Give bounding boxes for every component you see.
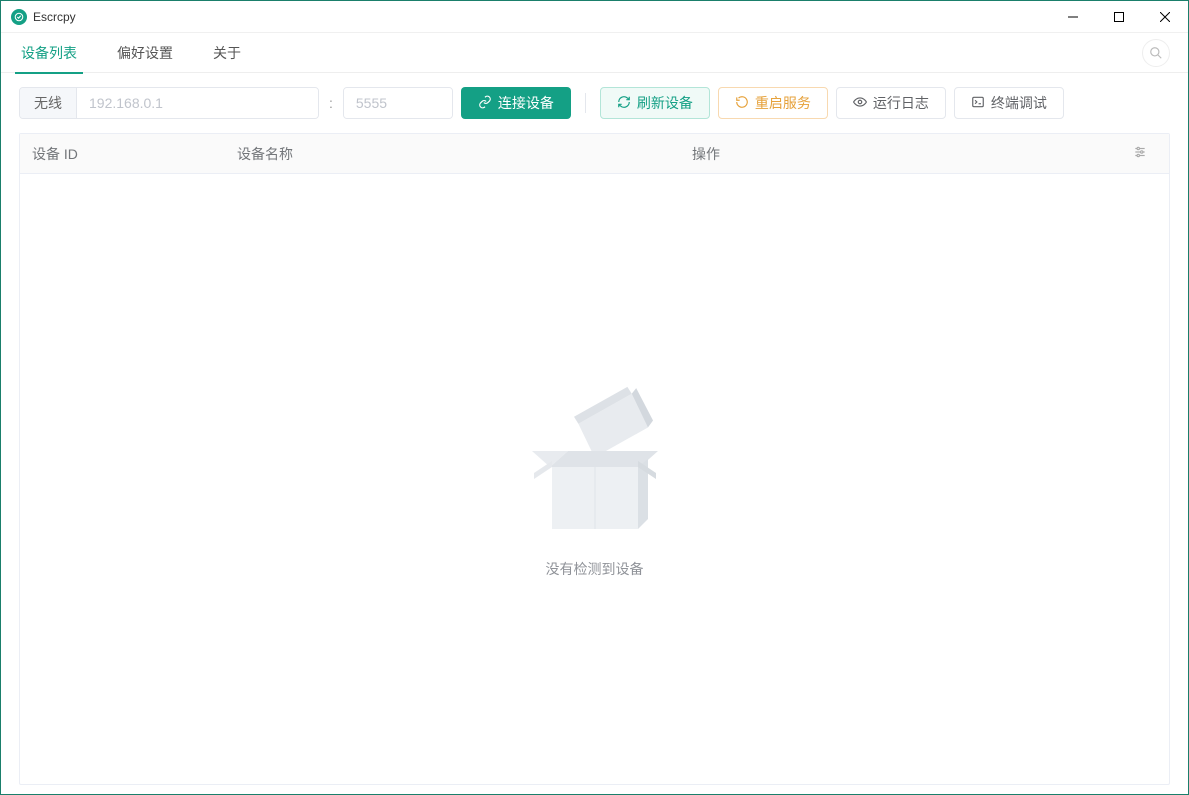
empty-box-icon bbox=[530, 379, 660, 539]
refresh-button[interactable]: 刷新设备 bbox=[600, 87, 710, 119]
window-controls bbox=[1050, 1, 1188, 33]
ip-input[interactable] bbox=[77, 88, 318, 118]
port-input-group bbox=[343, 87, 453, 119]
toolbar: 无线 : 连接设备 刷新设备 重启服务 运行日志 终端调试 bbox=[1, 73, 1188, 133]
th-action: 操作 bbox=[680, 144, 1169, 164]
refresh-label: 刷新设备 bbox=[637, 93, 693, 113]
tab-label: 关于 bbox=[213, 43, 241, 63]
log-button[interactable]: 运行日志 bbox=[836, 87, 946, 119]
th-device-id: 设备 ID bbox=[20, 144, 225, 164]
minimize-button[interactable] bbox=[1050, 1, 1096, 33]
restart-label: 重启服务 bbox=[755, 93, 811, 113]
maximize-button[interactable] bbox=[1096, 1, 1142, 33]
restart-icon bbox=[735, 95, 749, 112]
app-title: Escrcpy bbox=[33, 10, 76, 24]
device-table: 设备 ID 设备名称 操作 bbox=[19, 133, 1170, 785]
tab-preferences[interactable]: 偏好设置 bbox=[115, 33, 175, 73]
log-label: 运行日志 bbox=[873, 93, 929, 113]
port-input[interactable] bbox=[344, 88, 453, 118]
table-header: 设备 ID 设备名称 操作 bbox=[20, 134, 1169, 174]
link-icon bbox=[478, 95, 492, 112]
window-titlebar: Escrcpy bbox=[1, 1, 1188, 33]
search-button[interactable] bbox=[1142, 39, 1170, 67]
terminal-label: 终端调试 bbox=[991, 93, 1047, 113]
restart-button[interactable]: 重启服务 bbox=[718, 87, 828, 119]
connect-button[interactable]: 连接设备 bbox=[461, 87, 571, 119]
th-device-name: 设备名称 bbox=[225, 144, 680, 164]
eye-icon bbox=[853, 95, 867, 112]
tab-label: 设备列表 bbox=[21, 43, 77, 63]
tab-devices[interactable]: 设备列表 bbox=[19, 33, 79, 73]
tab-about[interactable]: 关于 bbox=[211, 33, 243, 73]
app-logo-icon bbox=[11, 9, 27, 25]
wireless-label: 无线 bbox=[20, 88, 77, 118]
tabs: 设备列表 偏好设置 关于 bbox=[1, 33, 1188, 73]
divider bbox=[585, 93, 586, 113]
refresh-icon bbox=[617, 95, 631, 112]
colon-separator: : bbox=[327, 95, 335, 111]
th-action-label: 操作 bbox=[692, 144, 720, 164]
terminal-button[interactable]: 终端调试 bbox=[954, 87, 1064, 119]
ip-input-group: 无线 bbox=[19, 87, 319, 119]
column-settings-icon[interactable] bbox=[1133, 145, 1157, 162]
terminal-icon bbox=[971, 95, 985, 112]
empty-state: 没有检测到设备 bbox=[20, 174, 1169, 784]
tab-label: 偏好设置 bbox=[117, 43, 173, 63]
empty-text: 没有检测到设备 bbox=[546, 559, 644, 579]
close-button[interactable] bbox=[1142, 1, 1188, 33]
connect-label: 连接设备 bbox=[498, 93, 554, 113]
